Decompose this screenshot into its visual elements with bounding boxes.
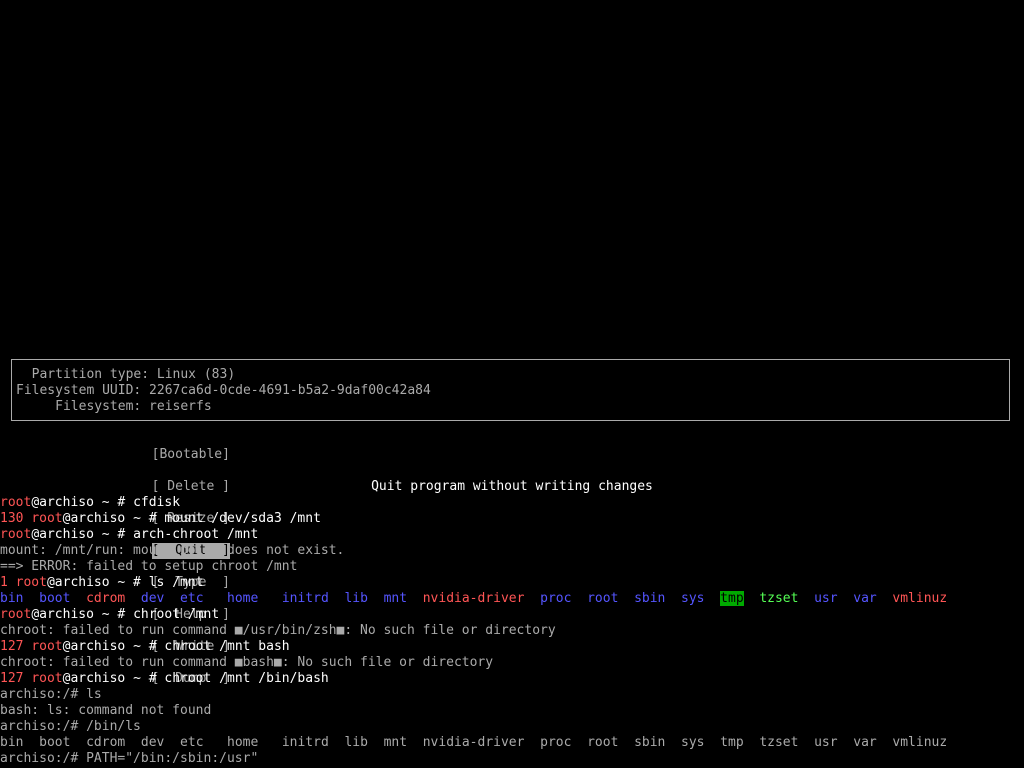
prompt-command: chroot /mnt — [133, 607, 220, 622]
prompt-host: @archiso ~ # — [46, 575, 149, 590]
prompt-command: cfdisk — [133, 495, 181, 510]
prompt-line: 1 root@archiso ~ # ls /mnt — [0, 575, 1024, 591]
status-message: Quit program without writing changes — [371, 479, 653, 494]
ls-entry: root — [587, 591, 619, 606]
terminal-text: archiso:/# ls — [0, 687, 102, 702]
terminal-text: chroot: failed to run command ■bash■: No… — [0, 655, 494, 670]
ls-entry: dev — [140, 735, 165, 750]
prompt-command: chroot /mnt /bin/bash — [164, 671, 329, 686]
prompt-command: arch-chroot /mnt — [133, 527, 259, 542]
prompt-command: chroot /mnt bash — [164, 639, 290, 654]
terminal-output[interactable]: root@archiso ~ # cfdisk 130 root@archiso … — [0, 495, 1024, 767]
prompt-user: root — [0, 607, 32, 622]
ls-entry: initrd — [281, 735, 329, 750]
terminal-text: archiso:/# /bin/ls — [0, 719, 141, 734]
ls-output-line: bin boot cdrom dev etc home initrd lib m… — [0, 591, 1024, 607]
ls-entry: mnt — [383, 735, 408, 750]
ls-entry: usr — [814, 591, 838, 606]
ls-entry: boot — [39, 735, 71, 750]
prompt-line: root@archiso ~ # chroot /mnt — [0, 607, 1024, 623]
prompt-command: mount /dev/sda3 /mnt — [164, 511, 321, 526]
partition-type-line: Partition type: Linux (83) — [16, 367, 236, 382]
filesystem-uuid-line: Filesystem UUID: 2267ca6d-0cde-4691-b5a2… — [16, 383, 431, 398]
ls-entry: cdrom — [86, 735, 126, 750]
ls-entry: initrd — [281, 591, 329, 606]
exit-code: 130 — [0, 511, 32, 526]
prompt-line: root@archiso ~ # arch-chroot /mnt — [0, 527, 1024, 543]
ls-entry: boot — [39, 591, 71, 606]
ls-entry: sbin — [634, 735, 666, 750]
terminal-text: archiso:/# PATH="/bin:/sbin:/usr" — [0, 751, 259, 766]
terminal-line: mount: /mnt/run: mount point does not ex… — [0, 543, 1024, 559]
ls-entry: bin — [0, 591, 24, 606]
prompt-line: 127 root@archiso ~ # chroot /mnt /bin/ba… — [0, 671, 1024, 687]
terminal-line: chroot: failed to run command ■bash■: No… — [0, 655, 1024, 671]
ls-entry: nvidia-driver — [422, 735, 525, 750]
ls-entry: var — [853, 591, 877, 606]
prompt-user: root — [31, 511, 63, 526]
ls-entry: lib — [344, 591, 368, 606]
ls-entry: sbin — [634, 591, 666, 606]
ls-entry: tmp — [720, 591, 744, 606]
ls-entry: home — [227, 735, 259, 750]
ls-entry: home — [227, 591, 259, 606]
partition-info-box: Partition type: Linux (83) Filesystem UU… — [11, 359, 1010, 421]
prompt-user: root — [0, 527, 32, 542]
prompt-line: root@archiso ~ # cfdisk — [0, 495, 1024, 511]
ls-entry: mnt — [383, 591, 408, 606]
terminal-line: bash: ls: command not found — [0, 703, 1024, 719]
terminal-line: archiso:/# ls — [0, 687, 1024, 703]
terminal-text: bash: ls: command not found — [0, 703, 212, 718]
ls-entry: vmlinuz — [892, 735, 948, 750]
ls-entry: proc — [540, 735, 572, 750]
ls-entry: lib — [344, 735, 368, 750]
ls-entry: cdrom — [86, 591, 126, 606]
terminal-text: chroot: failed to run command ■/usr/bin/… — [0, 623, 556, 638]
prompt-user: root — [15, 575, 47, 590]
ls-entry: tzset — [759, 591, 799, 606]
ls-entry: var — [853, 735, 877, 750]
prompt-host: @archiso ~ # — [31, 607, 134, 622]
exit-code: 127 — [0, 671, 32, 686]
prompt-line: 130 root@archiso ~ # mount /dev/sda3 /mn… — [0, 511, 1024, 527]
ls-entry: sys — [681, 591, 705, 606]
ls-entry: sys — [681, 735, 705, 750]
ls-entry: bin — [0, 735, 24, 750]
ls-entry: nvidia-driver — [422, 591, 525, 606]
ls-entry: etc — [180, 591, 204, 606]
ls-entry: tzset — [759, 735, 799, 750]
ls-entry: tmp — [720, 735, 744, 750]
prompt-host: @archiso ~ # — [62, 511, 165, 526]
terminal-line: archiso:/# PATH="/bin:/sbin:/usr" — [0, 751, 1024, 767]
prompt-host: @archiso ~ # — [62, 671, 165, 686]
prompt-host: @archiso ~ # — [62, 639, 165, 654]
prompt-user: root — [31, 639, 63, 654]
terminal-line: archiso:/# /bin/ls — [0, 719, 1024, 735]
ls-entry: dev — [140, 591, 165, 606]
filesystem-line: Filesystem: reiserfs — [16, 399, 212, 414]
exit-code: 127 — [0, 639, 32, 654]
prompt-host: @archiso ~ # — [31, 527, 134, 542]
prompt-user: root — [0, 495, 32, 510]
prompt-line: 127 root@archiso ~ # chroot /mnt bash — [0, 639, 1024, 655]
ls-entry: etc — [180, 735, 204, 750]
prompt-host: @archiso ~ # — [31, 495, 134, 510]
prompt-user: root — [31, 671, 63, 686]
ls-entry: vmlinuz — [892, 591, 948, 606]
terminal-text: ==> ERROR: failed to setup chroot /mnt — [0, 559, 298, 574]
ls-entry: proc — [540, 591, 572, 606]
terminal-line: ==> ERROR: failed to setup chroot /mnt — [0, 559, 1024, 575]
ls-entry: root — [587, 735, 619, 750]
terminal-text: mount: /mnt/run: mount point does not ex… — [0, 543, 345, 558]
ls-entry: usr — [814, 735, 838, 750]
exit-code: 1 — [0, 575, 16, 590]
prompt-command: ls /mnt — [148, 575, 204, 590]
ls-output-line: bin boot cdrom dev etc home initrd lib m… — [0, 735, 1024, 751]
terminal-line: chroot: failed to run command ■/usr/bin/… — [0, 623, 1024, 639]
bootable-button[interactable]: [Bootable] — [152, 447, 230, 463]
